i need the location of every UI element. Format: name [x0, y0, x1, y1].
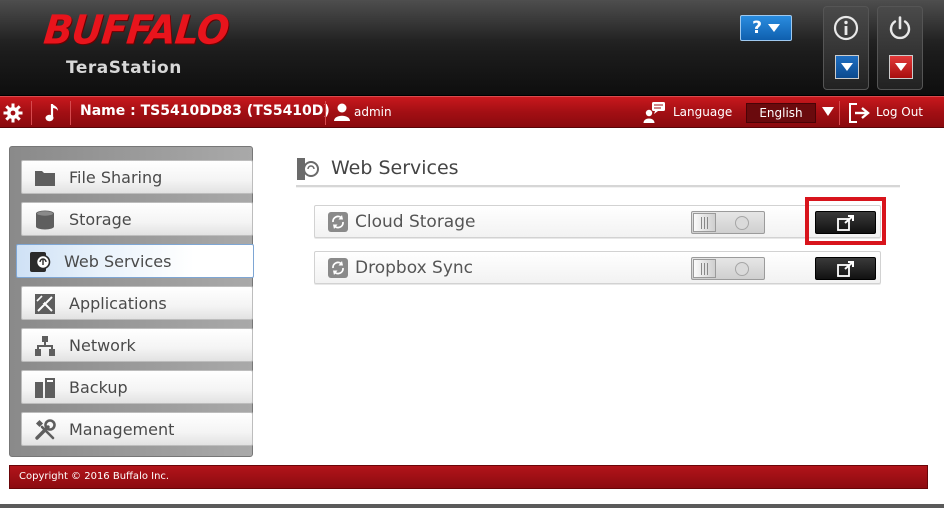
- sidebar-item-file-sharing[interactable]: File Sharing: [21, 160, 253, 194]
- sync-icon: [328, 212, 348, 232]
- sidebar-item-label: Management: [69, 420, 175, 439]
- network-icon: [35, 336, 55, 356]
- info-button[interactable]: [823, 6, 869, 90]
- web-services-icon: [30, 252, 51, 272]
- chevron-down-icon: [895, 63, 907, 71]
- sidebar-item-storage[interactable]: Storage: [21, 202, 253, 236]
- service-label: Dropbox Sync: [355, 258, 474, 278]
- device-name: Name : TS5410DD83 (TS5410D): [80, 103, 330, 119]
- sidebar-item-applications[interactable]: Applications: [21, 286, 253, 320]
- logout-link[interactable]: Log Out: [876, 105, 923, 119]
- sidebar-item-web-services[interactable]: Web Services: [16, 244, 254, 278]
- sidebar-item-management[interactable]: Management: [21, 412, 253, 446]
- sidebar-item-label: Applications: [69, 294, 167, 313]
- current-user: admin: [354, 105, 392, 119]
- applications-icon: [35, 294, 55, 314]
- folder-icon: [35, 171, 55, 186]
- backup-icon: [35, 378, 55, 398]
- toggle-off-indicator: [735, 216, 749, 230]
- sidebar-item-backup[interactable]: Backup: [21, 370, 253, 404]
- divider: [70, 101, 71, 125]
- power-icon: [887, 15, 913, 41]
- info-icon: [833, 15, 859, 41]
- sidebar-item-label: File Sharing: [69, 168, 163, 187]
- power-dropdown-button[interactable]: [889, 55, 913, 79]
- service-row-dropbox-sync: Dropbox Sync: [314, 251, 881, 284]
- language-icon: [643, 102, 665, 123]
- external-link-icon: [836, 260, 854, 277]
- sidebar: File Sharing Storage Web Services Applic…: [9, 146, 254, 457]
- brand-logo: BUFFALO: [41, 6, 231, 54]
- toggle-knob: [693, 213, 716, 232]
- sidebar-item-label: Backup: [69, 378, 128, 397]
- divider: [325, 101, 326, 125]
- logout-icon[interactable]: [848, 102, 870, 124]
- help-button[interactable]: ?: [740, 15, 792, 41]
- title-divider: [296, 185, 900, 188]
- toggle-knob: [693, 259, 716, 278]
- language-select[interactable]: English: [746, 103, 816, 123]
- sidebar-item-label: Network: [69, 336, 136, 355]
- footer: Copyright © 2016 Buffalo Inc.: [9, 465, 928, 489]
- language-label: Language: [673, 105, 733, 119]
- app-header: BUFFALO TeraStation ?: [0, 0, 944, 96]
- status-bar: Name : TS5410DD83 (TS5410D) admin Langua…: [0, 96, 944, 128]
- info-dropdown-button[interactable]: [835, 55, 859, 79]
- highlight-annotation: [805, 197, 886, 245]
- music-note-icon[interactable]: [44, 102, 62, 124]
- management-icon: [35, 419, 56, 440]
- dropbox-sync-toggle[interactable]: [691, 257, 765, 280]
- page-title: Web Services: [331, 157, 459, 179]
- dropbox-sync-open-button[interactable]: [815, 257, 876, 280]
- sidebar-item-label: Storage: [69, 210, 132, 229]
- gear-icon[interactable]: [3, 103, 23, 123]
- cloud-storage-toggle[interactable]: [691, 211, 765, 234]
- web-services-icon: [297, 158, 319, 180]
- storage-icon: [36, 210, 54, 230]
- sidebar-item-network[interactable]: Network: [21, 328, 253, 362]
- chevron-down-icon: [767, 24, 780, 32]
- service-label: Cloud Storage: [355, 212, 476, 232]
- product-name: TeraStation: [66, 58, 182, 78]
- window-frame: [0, 504, 944, 508]
- user-icon: [334, 103, 350, 121]
- sidebar-item-label: Web Services: [64, 252, 172, 271]
- copyright-text: Copyright © 2016 Buffalo Inc.: [19, 471, 170, 482]
- divider: [839, 101, 840, 125]
- toggle-off-indicator: [735, 262, 749, 276]
- sync-icon: [328, 258, 348, 278]
- chevron-down-icon: [841, 63, 853, 71]
- help-label: ?: [752, 18, 762, 38]
- chevron-down-icon[interactable]: [822, 107, 834, 116]
- divider: [31, 101, 32, 125]
- service-row-cloud-storage: Cloud Storage: [314, 205, 881, 238]
- power-button[interactable]: [877, 6, 923, 90]
